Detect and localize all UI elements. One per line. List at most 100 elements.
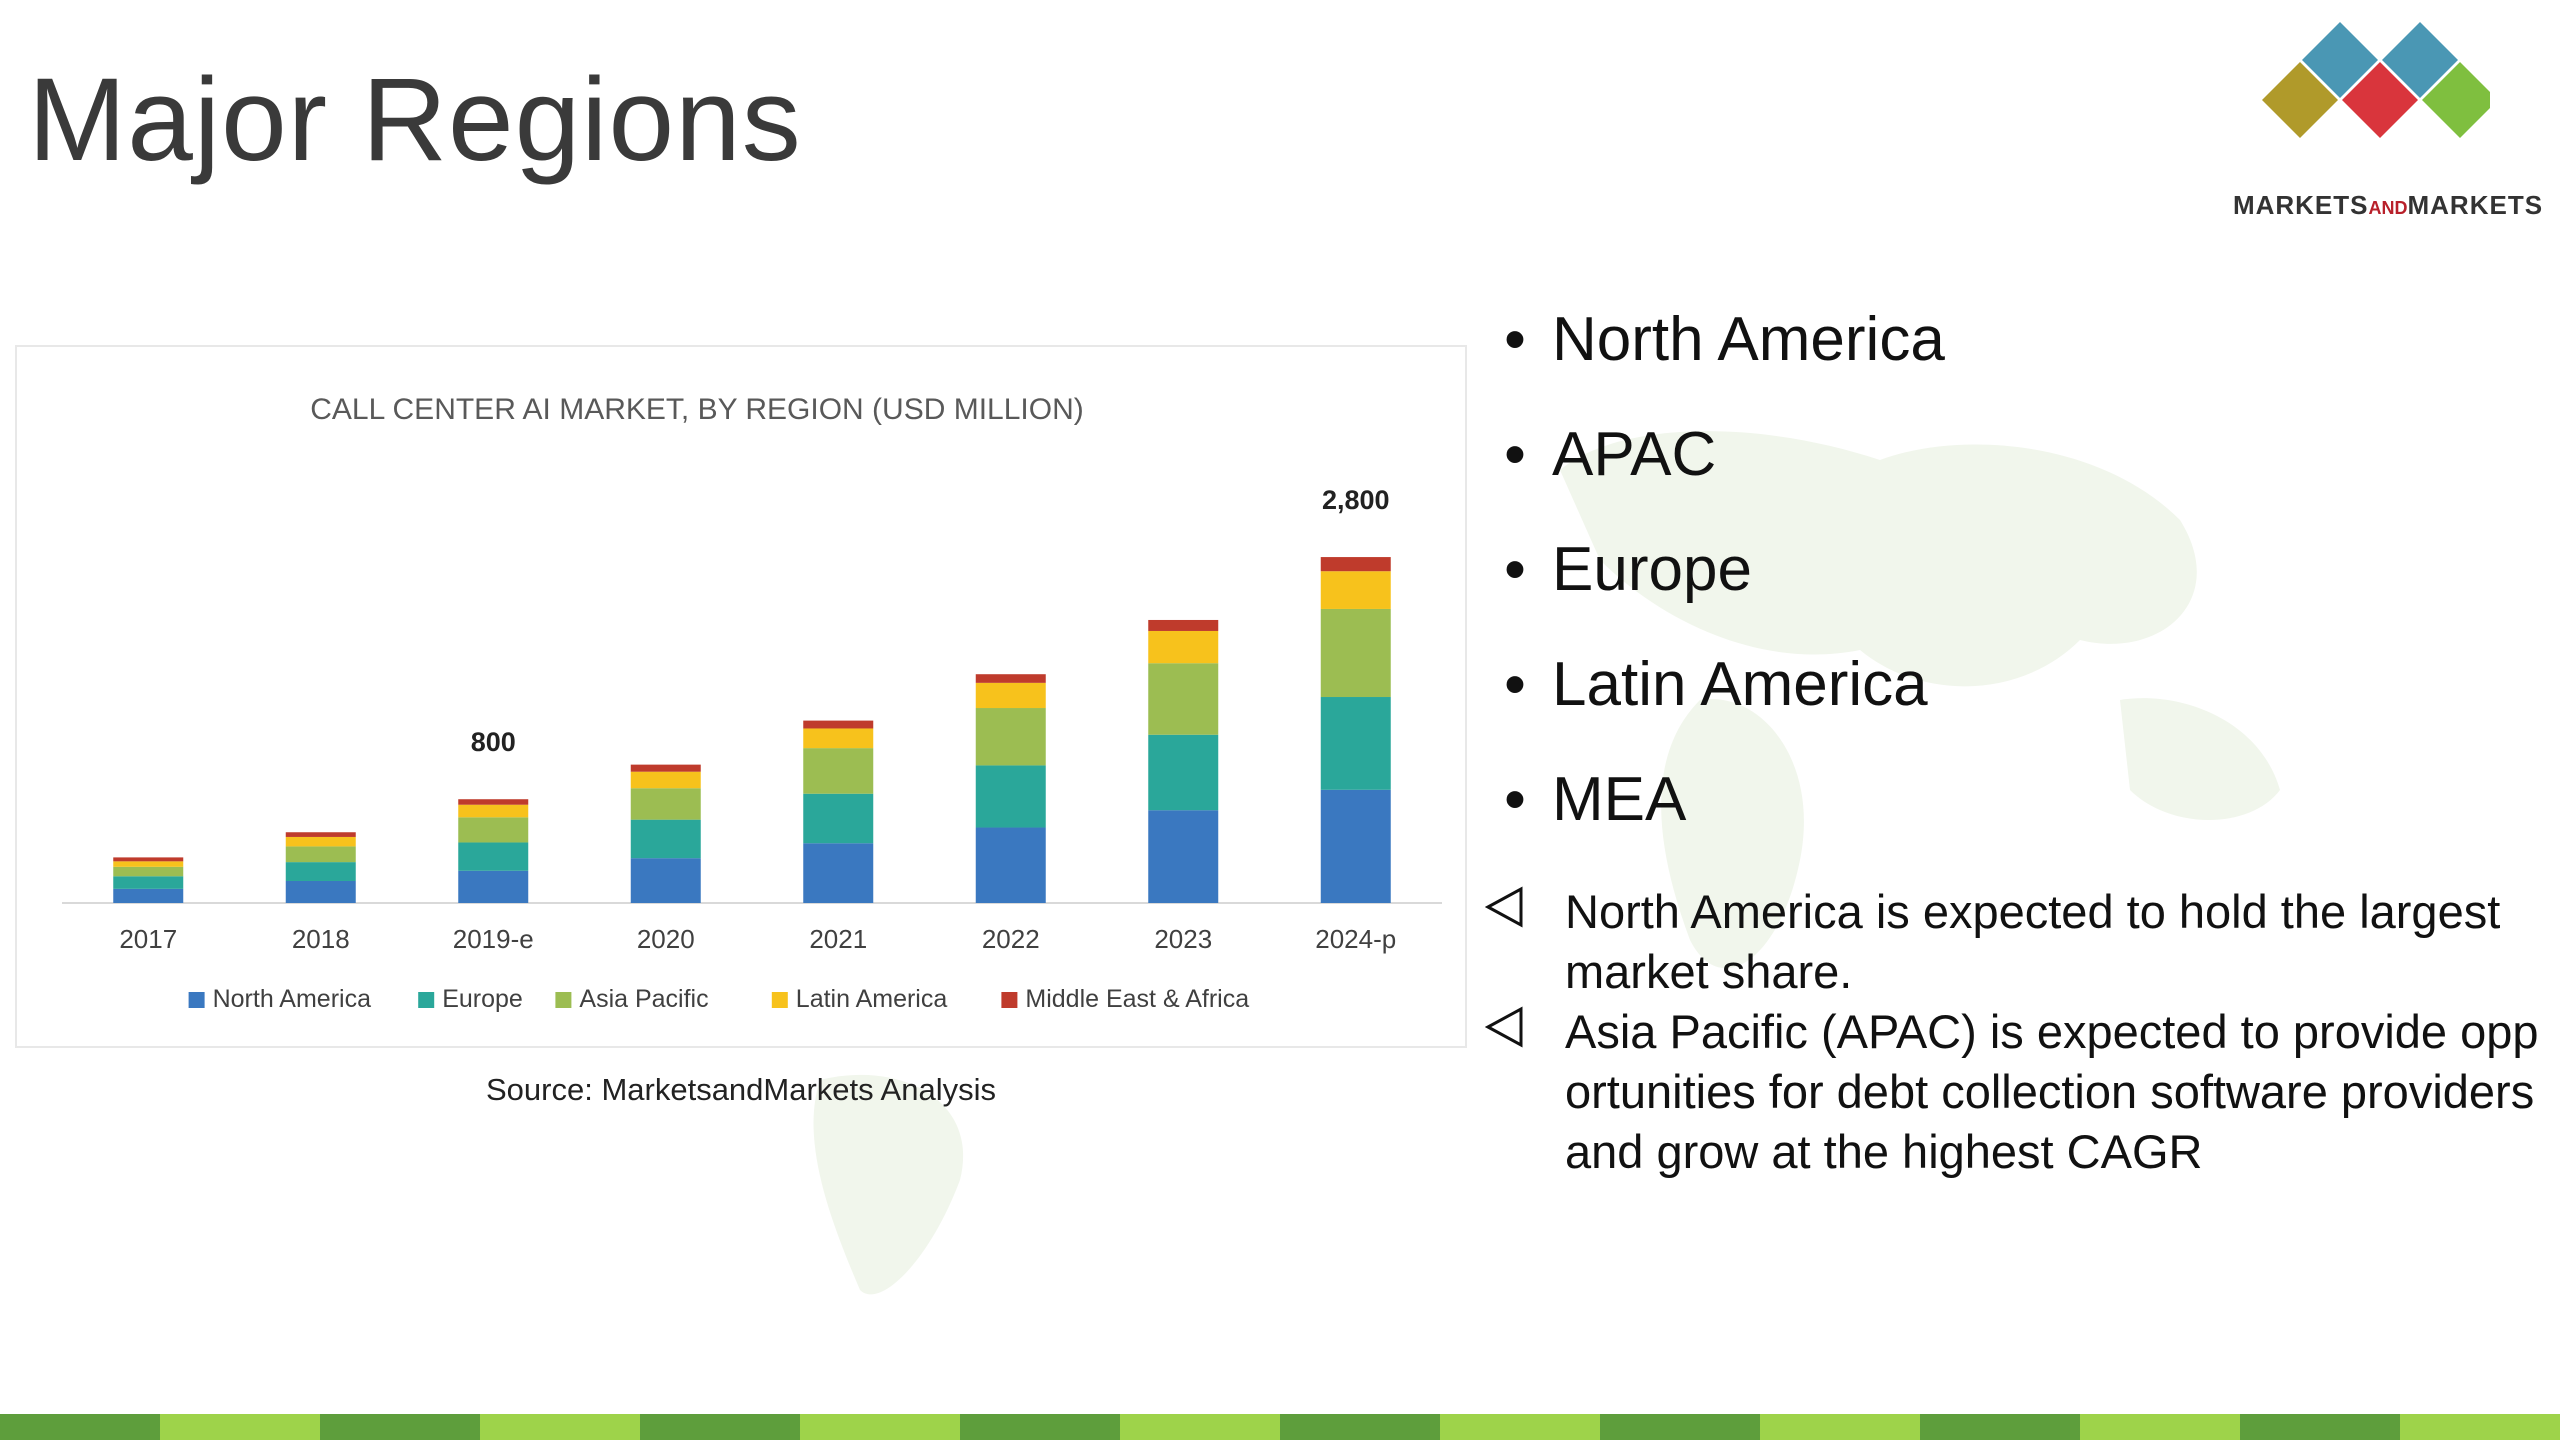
bar-segment — [630, 819, 701, 859]
bar-segment — [113, 857, 184, 862]
bullet-item: • Latin America — [1500, 645, 1945, 760]
region-bullet-list: • North America • APAC • Europe • Latin Amer… — [1500, 300, 1945, 875]
chart-title: CALL CENTER AI MARKET, BY REGION (USD MI… — [310, 393, 1084, 426]
bar-segment — [285, 846, 356, 863]
footer-stripe — [1440, 1414, 1600, 1440]
bar-segment — [285, 862, 356, 881]
footer-stripe — [1760, 1414, 1920, 1440]
bar-segment — [458, 817, 529, 843]
bar-segment — [113, 888, 184, 903]
insight-notes: North America is expected to hold the la… — [1485, 882, 2545, 1182]
x-tick-label: 2024-p — [1315, 924, 1396, 954]
bar-segment — [113, 866, 184, 877]
footer-stripe — [1280, 1414, 1440, 1440]
logo-wordmark: MARKETSANDMARKETS — [2232, 190, 2544, 220]
bar-segment — [1320, 789, 1391, 903]
bar-segment — [803, 843, 874, 903]
bar-segment — [975, 682, 1046, 709]
bar-segment — [630, 764, 701, 772]
footer-stripe — [320, 1414, 480, 1440]
triangle-arrow-icon — [1485, 886, 1523, 928]
bullet-dot-icon: • — [1504, 535, 1526, 604]
footer-strip — [0, 1414, 2560, 1440]
bar-segment — [1148, 734, 1219, 811]
x-tick-label: 2019-e — [453, 924, 534, 954]
bar-segment — [1148, 810, 1219, 903]
bar-segment — [803, 793, 874, 844]
legend-label: North America — [213, 985, 371, 1013]
chart-panel: CALL CENTER AI MARKET, BY REGION (USD MI… — [15, 345, 1467, 1048]
footer-stripe — [640, 1414, 800, 1440]
bar-segment — [113, 861, 184, 867]
bar-segment — [458, 842, 529, 871]
bar-segment — [1148, 663, 1219, 735]
bar-segment — [975, 827, 1046, 903]
bar-segment — [1320, 697, 1391, 790]
bullet-dot-icon: • — [1504, 420, 1526, 489]
legend-label: Latin America — [796, 985, 948, 1013]
x-tick-label: 2020 — [637, 924, 695, 954]
bullet-dot-icon: • — [1504, 305, 1526, 374]
bullet-item: • North America — [1500, 300, 1945, 415]
bar-segment — [458, 804, 529, 818]
bar-segment — [458, 799, 529, 805]
bar-segment — [803, 728, 874, 749]
bar-segment — [285, 880, 356, 903]
bar-segment — [113, 876, 184, 889]
x-tick-label: 2021 — [809, 924, 867, 954]
bar-segment — [630, 771, 701, 789]
bar-segment — [285, 832, 356, 837]
chart-source: Source: MarketsandMarkets Analysis — [486, 1072, 996, 1107]
bar-segment — [975, 674, 1046, 683]
footer-stripe — [160, 1414, 320, 1440]
bar-segment — [630, 858, 701, 903]
bar-segment — [1320, 608, 1391, 698]
bar-segment — [1320, 557, 1391, 572]
bullet-item: • Europe — [1500, 530, 1945, 645]
x-tick-label: 2023 — [1154, 924, 1212, 954]
footer-stripe — [1120, 1414, 1280, 1440]
page-title: Major Regions — [28, 54, 802, 186]
x-tick-label: 2018 — [292, 924, 350, 954]
logo-diamonds-icon — [2262, 22, 2490, 138]
bar-segment — [975, 708, 1046, 766]
footer-stripe — [1600, 1414, 1760, 1440]
bullet-item: • MEA — [1500, 760, 1945, 875]
footer-stripe — [960, 1414, 1120, 1440]
bar-segment — [1320, 571, 1391, 609]
bar-segment — [630, 788, 701, 820]
bullet-item: • APAC — [1500, 415, 1945, 530]
stacked-bar-chart: CALL CENTER AI MARKET, BY REGION (USD MI… — [62, 393, 1442, 1013]
bullet-dot-icon: • — [1504, 765, 1526, 834]
note-item: Asia Pacific (APAC) is expected to provi… — [1485, 1002, 2545, 1182]
x-tick-label: 2022 — [982, 924, 1040, 954]
footer-stripe — [480, 1414, 640, 1440]
legend-swatch — [1001, 992, 1018, 1008]
bar-segment — [285, 836, 356, 847]
bullet-dot-icon: • — [1504, 650, 1526, 719]
footer-stripe — [2400, 1414, 2560, 1440]
bar-segment — [1148, 619, 1219, 631]
legend-label: Europe — [442, 985, 523, 1013]
data-label: 2,800 — [1322, 485, 1390, 515]
legend-label: Middle East & Africa — [1025, 985, 1249, 1013]
footer-stripe — [2080, 1414, 2240, 1440]
bar-segment — [975, 765, 1046, 828]
footer-stripe — [800, 1414, 960, 1440]
company-logo: MARKETSANDMARKETS — [2200, 18, 2560, 220]
legend-swatch — [771, 992, 788, 1008]
legend-swatch — [418, 992, 435, 1008]
footer-stripe — [1920, 1414, 2080, 1440]
bar-segment — [1148, 630, 1219, 664]
data-label: 800 — [471, 727, 516, 757]
legend-swatch — [188, 992, 205, 1008]
note-item: North America is expected to hold the la… — [1485, 882, 2545, 1002]
footer-stripe — [2240, 1414, 2400, 1440]
bar-segment — [803, 748, 874, 794]
x-tick-label: 2017 — [119, 924, 177, 954]
footer-stripe — [0, 1414, 160, 1440]
bar-segment — [803, 720, 874, 729]
triangle-arrow-icon — [1485, 1006, 1523, 1048]
legend-swatch — [555, 992, 572, 1008]
legend-label: Asia Pacific — [579, 985, 708, 1013]
